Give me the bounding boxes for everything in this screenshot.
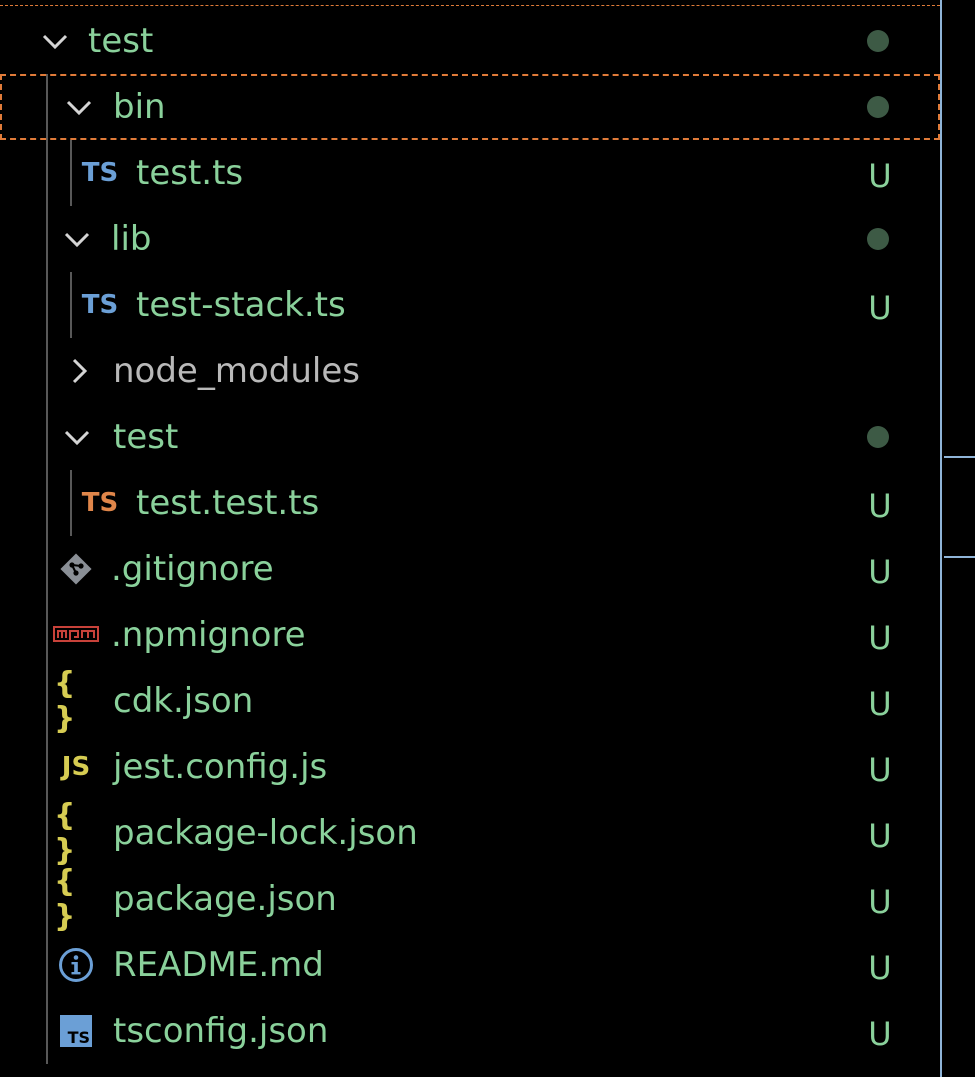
file-explorer: test bin TS test.ts U lib TS test-stack.… (0, 0, 975, 1077)
untracked-badge: U (868, 685, 892, 723)
tree-item-label: test (113, 417, 179, 457)
tsconfig-icon: TS (56, 998, 96, 1064)
tree-item-cdk-json[interactable]: { } cdk.json U (0, 666, 940, 736)
tree-item-label: bin (113, 87, 166, 127)
tree-item-label: README.md (113, 945, 324, 985)
scrollbar-thumb-top[interactable] (944, 456, 975, 458)
tree-item-label: .gitignore (111, 549, 274, 589)
untracked-badge: U (868, 817, 892, 855)
scrollbar-track-edge (940, 0, 942, 1077)
tree-item-label: node_modules (113, 351, 360, 391)
json-icon: { } (54, 864, 76, 934)
tree-item-test-folder[interactable]: test (0, 8, 940, 74)
untracked-badge: U (868, 949, 892, 987)
tree-item-label: test (88, 21, 154, 61)
tree-item-tsconfig-json[interactable]: TS tsconfig.json U (0, 998, 940, 1064)
tree-item-label: .npmignore (111, 615, 306, 655)
tree-item-label: jest.config.js (113, 747, 328, 787)
tree-item-test-stack-ts[interactable]: TS test-stack.ts U (0, 272, 940, 338)
tree-item-test-test-ts[interactable]: TS test.test.ts U (0, 470, 940, 536)
tree-item-lib-folder[interactable]: lib (0, 206, 940, 272)
untracked-badge: U (868, 1015, 892, 1053)
untracked-badge: U (868, 487, 892, 525)
tree-item-test-subfolder[interactable]: test (0, 404, 940, 470)
untracked-badge: U (868, 619, 892, 657)
tsconfig-icon-badge: TS (60, 1015, 92, 1047)
modified-dot (867, 228, 889, 250)
javascript-icon: JS (61, 752, 91, 782)
tree-item-test-ts[interactable]: TS test.ts U (0, 140, 940, 206)
chevron-right-icon[interactable] (64, 338, 94, 404)
tree-item-bin-folder[interactable]: bin (0, 74, 940, 140)
focus-outline-top (0, 5, 940, 6)
tree-item-label: package.json (113, 879, 337, 919)
tree-item-label: test-stack.ts (136, 285, 346, 325)
json-icon: { } (54, 798, 76, 868)
tree-item-npmignore[interactable]: .npmignore U (0, 602, 940, 668)
tree-item-label: lib (111, 219, 152, 259)
untracked-badge: U (868, 553, 892, 591)
info-icon (56, 932, 96, 998)
tree-item-label: test.test.ts (136, 483, 320, 523)
tree-item-package-lock-json[interactable]: { } package-lock.json U (0, 798, 940, 868)
typescript-test-icon: TS (81, 488, 119, 518)
explorer-tree: test bin TS test.ts U lib TS test-stack.… (0, 0, 940, 1077)
npm-icon (52, 602, 100, 668)
modified-dot (867, 30, 889, 52)
tree-item-label: test.ts (136, 153, 244, 193)
typescript-icon: TS (81, 158, 119, 188)
typescript-icon: TS (81, 290, 119, 320)
modified-dot (867, 426, 889, 448)
untracked-badge: U (868, 289, 892, 327)
vertical-scrollbar[interactable] (940, 0, 975, 1077)
json-icon: { } (54, 666, 76, 736)
untracked-badge: U (868, 157, 892, 195)
chevron-down-icon[interactable] (60, 74, 98, 140)
chevron-down-icon[interactable] (58, 404, 96, 470)
tree-item-label: tsconfig.json (113, 1011, 329, 1051)
chevron-down-icon[interactable] (36, 8, 74, 74)
tree-item-node-modules-folder[interactable]: node_modules (0, 338, 940, 404)
tree-item-gitignore[interactable]: .gitignore U (0, 536, 940, 602)
scrollbar-thumb-bottom[interactable] (944, 556, 975, 558)
tree-item-readme-md[interactable]: README.md U (0, 932, 940, 998)
untracked-badge: U (868, 751, 892, 789)
tree-item-jest-config-js[interactable]: JS jest.config.js U (0, 734, 940, 800)
git-icon (56, 536, 96, 602)
chevron-down-icon[interactable] (58, 206, 96, 272)
tree-item-package-json[interactable]: { } package.json U (0, 864, 940, 934)
tree-item-label: package-lock.json (113, 813, 418, 853)
untracked-badge: U (868, 883, 892, 921)
tree-item-label: cdk.json (113, 681, 254, 721)
modified-dot (867, 96, 889, 118)
